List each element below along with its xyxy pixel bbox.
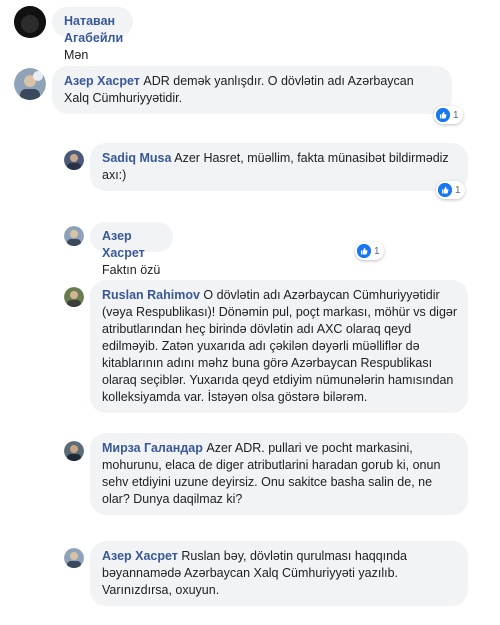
reaction-count[interactable]: 1 <box>355 242 384 260</box>
reaction-number: 1 <box>374 245 380 257</box>
avatar[interactable] <box>64 287 84 307</box>
comment-bubble: Sadiq Musa Azer Hasret, müəllim, fakta m… <box>90 143 468 191</box>
avatar[interactable] <box>64 548 84 568</box>
like-icon <box>436 108 450 122</box>
comment-author[interactable]: Ruslan Rahimov <box>102 288 200 302</box>
comment-author[interactable]: Азер Хасрет <box>102 549 178 563</box>
comment-author[interactable]: Азер Хасрет <box>102 229 145 260</box>
comment-author[interactable]: Мирза Галандар <box>102 441 203 455</box>
comment-bubble: Азер Хасрет Ruslan bəy, dövlətin qurulma… <box>90 541 468 606</box>
comment-bubble: Азер Хасрет Faktın özü isə sadəcə üzücüd… <box>90 222 174 311</box>
comment-bubble: Азер Хасрет ADR demək yanlışdır. O dövlə… <box>52 66 452 114</box>
comment-author[interactable]: Азер Хасрет <box>64 74 140 88</box>
reaction-count[interactable]: 1 <box>436 181 465 199</box>
avatar[interactable] <box>14 6 46 38</box>
like-icon <box>438 183 452 197</box>
avatar[interactable] <box>64 441 84 461</box>
comment-bubble: Натаван Агабейли Mən yoxam <box>52 7 134 79</box>
avatar[interactable] <box>64 226 84 246</box>
comment-text: O dövlətin adı Azərbaycan Cümhuriyyətidi… <box>102 288 458 404</box>
like-icon <box>357 244 371 258</box>
comment-bubble: Мирза Галандар Azer ADR. pullari ve poch… <box>90 433 468 515</box>
avatar[interactable] <box>14 68 46 100</box>
comment-author[interactable]: Sadiq Musa <box>102 151 171 165</box>
reaction-number: 1 <box>455 184 461 196</box>
comment-bubble: Ruslan Rahimov O dövlətin adı Azərbaycan… <box>90 280 468 413</box>
reaction-number: 1 <box>453 109 459 121</box>
reaction-count[interactable]: 1 <box>434 106 463 124</box>
comment-author[interactable]: Натаван Агабейли <box>64 14 123 45</box>
avatar[interactable] <box>64 150 84 170</box>
